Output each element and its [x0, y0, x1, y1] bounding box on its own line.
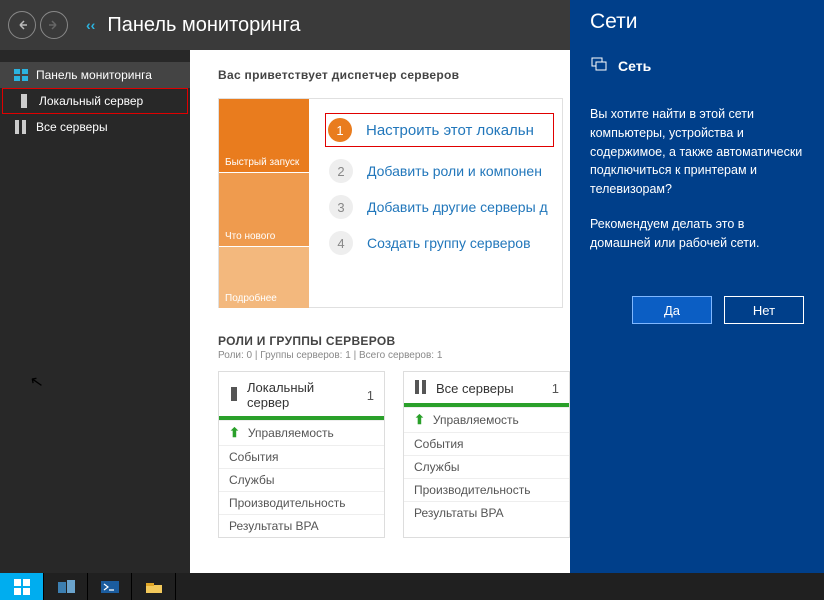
sidebar-item-label: Все серверы: [36, 120, 108, 134]
main-content: Вас приветствует диспетчер серверов Быст…: [190, 50, 570, 573]
network-name: Сеть: [618, 58, 651, 74]
step-add-servers[interactable]: 3 Добавить другие серверы д: [329, 195, 554, 219]
role-cards: Локальный сервер 1 ⬆Управляемость Событи…: [218, 371, 570, 538]
sidebar: Панель мониторинга Локальный сервер Все …: [0, 50, 190, 573]
taskbar-server-manager[interactable]: [44, 573, 88, 600]
network-prompt-1: Вы хотите найти в этой сети компьютеры, …: [590, 105, 804, 199]
forward-button[interactable]: [40, 11, 68, 39]
step-label: Создать группу серверов: [367, 235, 531, 251]
card-row-services[interactable]: Службы: [404, 455, 569, 478]
card-row-bpa[interactable]: Результаты BPA: [219, 514, 384, 537]
card-row-bpa[interactable]: Результаты BPA: [404, 501, 569, 524]
servers-icon: [14, 121, 28, 133]
sidebar-item-all-servers[interactable]: Все серверы: [0, 114, 190, 140]
breadcrumb-sep-icon: ‹‹: [86, 17, 95, 33]
card-title: Локальный сервер: [247, 380, 359, 410]
roles-sub: Роли: 0 | Группы серверов: 1 | Всего сер…: [218, 350, 570, 361]
dashboard-icon: [14, 69, 28, 81]
step-add-roles[interactable]: 2 Добавить роли и компонен: [329, 159, 554, 183]
card-row-services[interactable]: Службы: [219, 468, 384, 491]
sidebar-item-label: Панель мониторинга: [36, 68, 152, 82]
taskbar-explorer[interactable]: [132, 573, 176, 600]
server-icon: [229, 387, 239, 404]
back-button[interactable]: [8, 11, 36, 39]
card-row-events[interactable]: События: [219, 445, 384, 468]
no-button[interactable]: Нет: [724, 296, 804, 324]
card-count: 1: [367, 388, 374, 403]
welcome-steps: 1 Настроить этот локальн 2 Добавить роли…: [309, 99, 562, 307]
sidebar-item-dashboard[interactable]: Панель мониторинга: [0, 62, 190, 88]
taskbar: [0, 573, 824, 600]
sidebar-item-local-server[interactable]: Локальный сервер: [2, 88, 188, 114]
welcome-tab-learnmore[interactable]: Подробнее: [219, 247, 309, 309]
step-number: 4: [329, 231, 353, 255]
step-number: 2: [329, 159, 353, 183]
page-title: Панель мониторинга: [107, 14, 300, 37]
card-row-performance[interactable]: Производительность: [404, 478, 569, 501]
card-all-servers[interactable]: Все серверы 1 ⬆Управляемость События Слу…: [403, 371, 570, 538]
card-count: 1: [552, 381, 559, 396]
network-item[interactable]: Сеть: [590, 56, 804, 75]
yes-button[interactable]: Да: [632, 296, 712, 324]
step-create-group[interactable]: 4 Создать группу серверов: [329, 231, 554, 255]
welcome-tabs: Быстрый запуск Что нового Подробнее: [219, 99, 309, 307]
welcome-tab-quickstart[interactable]: Быстрый запуск: [219, 99, 309, 173]
step-label: Настроить этот локальн: [366, 122, 534, 139]
step-configure-local[interactable]: 1 Настроить этот локальн: [325, 113, 554, 147]
card-header: Все серверы 1: [404, 372, 569, 407]
card-row-events[interactable]: События: [404, 432, 569, 455]
card-row-manageability[interactable]: ⬆Управляемость: [404, 407, 569, 432]
welcome-tab-whatsnew[interactable]: Что нового: [219, 173, 309, 247]
network-prompt-2: Рекомендуем делать это в домашней или ра…: [590, 215, 804, 253]
step-number: 3: [329, 195, 353, 219]
card-local-server[interactable]: Локальный сервер 1 ⬆Управляемость Событи…: [218, 371, 385, 538]
networks-panel: Сети Сеть Вы хотите найти в этой сети ко…: [570, 0, 824, 573]
card-row-performance[interactable]: Производительность: [219, 491, 384, 514]
sidebar-item-label: Локальный сервер: [39, 94, 143, 108]
card-row-manageability[interactable]: ⬆Управляемость: [219, 420, 384, 445]
card-title: Все серверы: [436, 381, 514, 396]
step-label: Добавить роли и компонен: [367, 163, 542, 179]
network-icon: [590, 56, 608, 75]
welcome-header: Вас приветствует диспетчер серверов: [218, 68, 570, 82]
welcome-tile: Быстрый запуск Что нового Подробнее 1 На…: [218, 98, 563, 308]
start-button[interactable]: [0, 573, 44, 600]
step-label: Добавить другие серверы д: [367, 199, 548, 215]
status-up-icon: ⬆: [414, 412, 425, 428]
servers-icon: [414, 380, 428, 397]
roles-header: РОЛИ И ГРУППЫ СЕРВЕРОВ: [218, 334, 570, 348]
step-number: 1: [328, 118, 352, 142]
taskbar-powershell[interactable]: [88, 573, 132, 600]
card-header: Локальный сервер 1: [219, 372, 384, 420]
networks-title: Сети: [590, 10, 804, 34]
status-up-icon: ⬆: [229, 425, 240, 441]
server-icon: [17, 95, 31, 107]
